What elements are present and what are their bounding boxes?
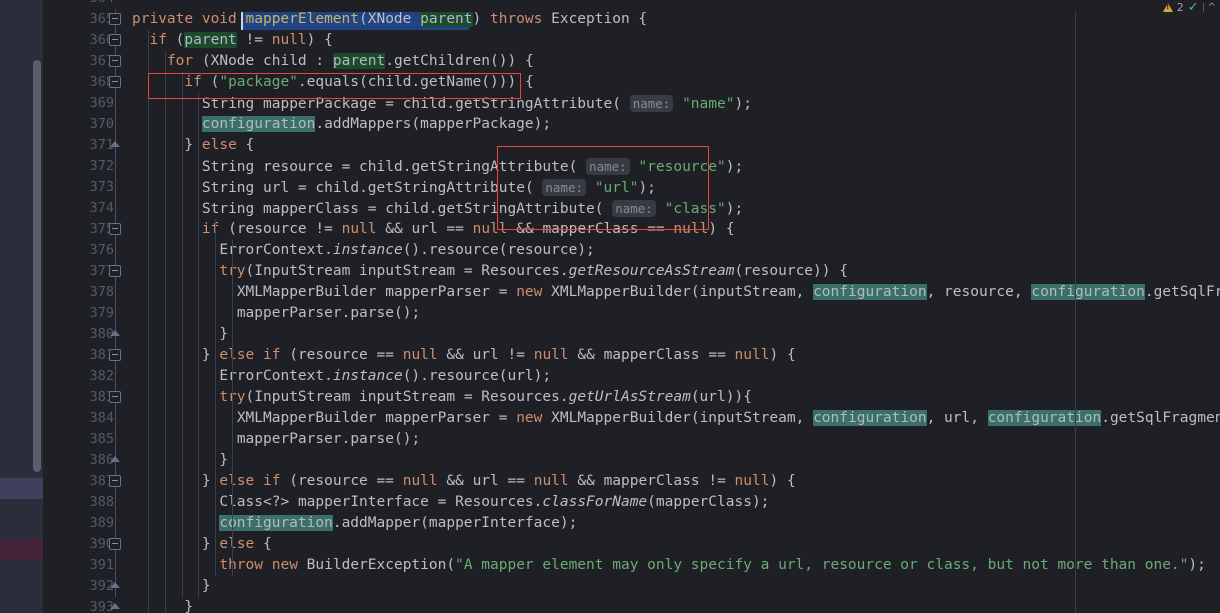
indent-guide (215, 219, 217, 576)
indent-guide (232, 240, 234, 576)
warning-count: 2 (1176, 0, 1184, 14)
fold-region-end-icon[interactable] (109, 139, 121, 151)
code-line[interactable]: String url = child.getStringAttribute( n… (126, 177, 1220, 198)
code-line[interactable]: configuration.addMapper(mapperInterface)… (126, 513, 1220, 534)
editor-status-icons: 2 ✓ ^ (1162, 0, 1220, 14)
indent-guide (147, 30, 149, 613)
fold-collapse-icon[interactable] (109, 13, 121, 25)
indent-guide (164, 51, 166, 613)
code-line[interactable]: try(InputStream inputStream = Resources.… (126, 387, 1220, 408)
code-line[interactable]: mapperParser.parse(); (126, 429, 1220, 450)
fold-collapse-icon[interactable] (109, 391, 121, 403)
green-check-icon[interactable]: ✓ (1188, 1, 1199, 14)
code-folding-gutter[interactable] (104, 0, 126, 613)
code-line[interactable]: } (126, 324, 1220, 345)
vertical-scrollbar-thumb[interactable] (33, 60, 41, 472)
code-line[interactable]: } (126, 597, 1220, 613)
code-line[interactable]: XMLMapperBuilder mapperParser = new XMLM… (126, 408, 1220, 429)
code-content-area[interactable]: private void mapperElement(XNode parent)… (126, 0, 1220, 613)
code-line[interactable]: for (XNode child : parent.getChildren())… (126, 51, 1220, 72)
code-line[interactable]: throw new BuilderException("A mapper ele… (126, 555, 1220, 576)
fold-collapse-icon[interactable] (109, 55, 121, 67)
right-margin-guide (1075, 0, 1076, 613)
code-line[interactable]: String mapperClass = child.getStringAttr… (126, 198, 1220, 219)
editor-top-strip (122, 0, 1220, 12)
fold-region-line (114, 9, 116, 597)
warning-triangle-icon[interactable] (1162, 2, 1173, 12)
code-line[interactable]: mapperParser.parse(); (126, 303, 1220, 324)
code-line[interactable]: private void mapperElement(XNode parent)… (126, 9, 1220, 30)
code-line[interactable]: if ("package".equals(child.getName())) { (126, 72, 1220, 93)
code-line[interactable]: String mapperPackage = child.getStringAt… (126, 93, 1220, 114)
fold-collapse-icon[interactable] (109, 223, 121, 235)
status-separator (1202, 2, 1204, 12)
fold-collapse-icon[interactable] (109, 76, 121, 88)
fold-collapse-icon[interactable] (109, 265, 121, 277)
code-line[interactable]: try(InputStream inputStream = Resources.… (126, 261, 1220, 282)
indent-guide (198, 93, 200, 597)
fold-region-end-icon[interactable] (109, 601, 121, 613)
fold-region-end-icon[interactable] (109, 328, 121, 340)
fold-region-end-icon[interactable] (109, 580, 121, 592)
fold-collapse-icon[interactable] (109, 475, 121, 487)
code-editor-window: 3643653663673683693703713723733743753763… (0, 0, 1220, 613)
code-line[interactable]: if (parent != null) { (126, 30, 1220, 51)
fold-region-end-icon[interactable] (109, 454, 121, 466)
code-line[interactable]: ErrorContext.instance().resource(url); (126, 366, 1220, 387)
code-line[interactable]: } else if (resource == null && url == nu… (126, 471, 1220, 492)
fold-collapse-icon[interactable] (109, 349, 121, 361)
code-line[interactable]: } else { (126, 135, 1220, 156)
annotation-strip[interactable] (0, 0, 43, 613)
indent-guide (181, 72, 183, 597)
code-line[interactable]: } else if (resource == null && url != nu… (126, 345, 1220, 366)
code-line[interactable]: String resource = child.getStringAttribu… (126, 156, 1220, 177)
code-line[interactable]: Class<?> mapperInterface = Resources.cla… (126, 492, 1220, 513)
text-caret (241, 9, 244, 30)
vcs-change-marker-deleted[interactable] (0, 539, 43, 560)
code-line[interactable]: XMLMapperBuilder mapperParser = new XMLM… (126, 282, 1220, 303)
code-line[interactable]: configuration.addMappers(mapperPackage); (126, 114, 1220, 135)
code-line[interactable]: if (resource != null && url == null && m… (126, 219, 1220, 240)
chevron-up-icon[interactable]: ^ (1208, 2, 1216, 13)
fold-collapse-icon[interactable] (109, 34, 121, 46)
code-line[interactable]: } (126, 576, 1220, 597)
code-line[interactable]: } else { (126, 534, 1220, 555)
fold-collapse-icon[interactable] (109, 538, 121, 550)
code-line[interactable]: } (126, 450, 1220, 471)
vcs-change-marker-modified[interactable] (0, 478, 43, 499)
code-line[interactable]: ErrorContext.instance().resource(resourc… (126, 240, 1220, 261)
